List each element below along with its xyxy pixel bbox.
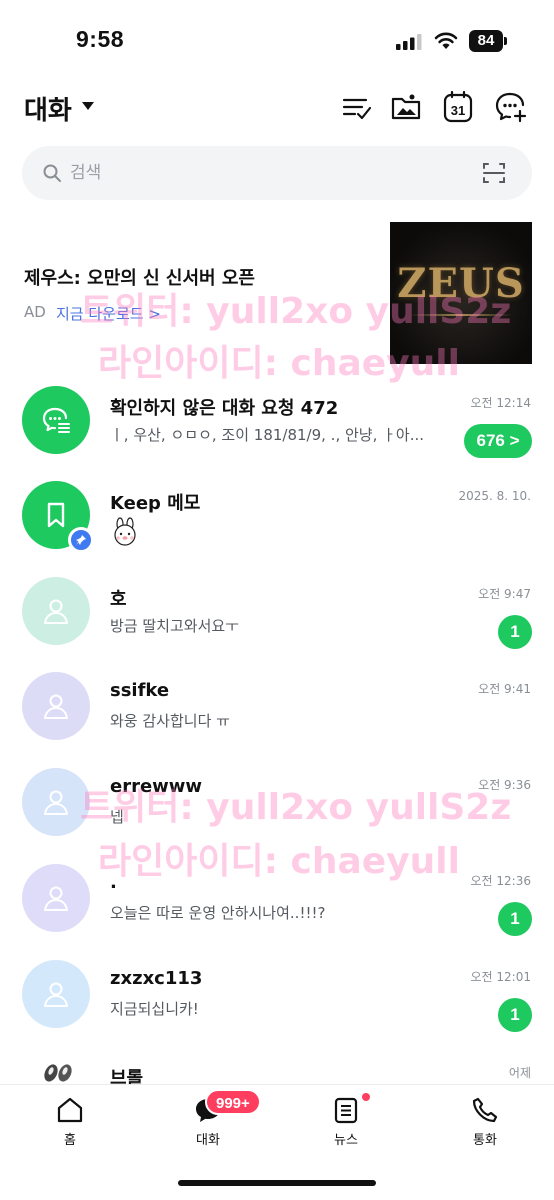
calendar-icon[interactable]: 31	[441, 90, 475, 124]
chat-preview: 오늘은 따로 운영 안하시나여..!!!?	[110, 904, 326, 922]
person-icon	[22, 960, 90, 1028]
unread-count-badge: 1	[498, 998, 532, 1032]
svg-text:31: 31	[451, 103, 465, 118]
unread-count-badge: 1	[498, 615, 532, 649]
person-icon	[22, 864, 90, 932]
chat-time: 어제	[508, 1066, 531, 1080]
chat-time: 오전 12:01	[470, 970, 531, 984]
person-icon	[22, 577, 90, 645]
nav-home[interactable]: 홈	[30, 1095, 110, 1155]
edit-list-icon[interactable]	[340, 90, 374, 124]
chat-request-icon	[22, 386, 90, 454]
status-time: 9:58	[76, 26, 125, 52]
nav-label: 뉴스	[334, 1133, 358, 1148]
chat-name: .	[110, 872, 117, 893]
chat-name: 호	[110, 589, 127, 610]
nav-call[interactable]: 통화	[445, 1095, 525, 1155]
chat-preview: 방금 딸치고와서요ㅜ	[110, 617, 239, 635]
brown-bunny-sticker-icon	[114, 517, 136, 546]
ad-title: 제우스: 오만의 신 신서버 오픈	[24, 268, 255, 289]
chat-row-requests[interactable]: 확인하지 않은 대화 요청 472 ㅣ, 우산, ㅇㅁㅇ, 조이 181/81/…	[0, 386, 554, 482]
chat-time: 오전 9:41	[478, 682, 531, 696]
chat-preview: 와웅 감사합니다 ㅠ	[110, 712, 230, 730]
chat-name: errewww	[110, 776, 203, 797]
chat-row[interactable]: . 오늘은 따로 운영 안하시나여..!!!? 오전 12:36 1	[0, 864, 554, 960]
ad-download-link[interactable]: 지금 다운로드 >	[56, 303, 161, 324]
nav-label: 통화	[473, 1133, 497, 1148]
ad-image[interactable]: ZEUS	[390, 222, 532, 364]
search-input[interactable]	[70, 158, 450, 188]
home-icon	[57, 1097, 83, 1123]
ad-image-logo-text: ZEUS	[397, 260, 525, 307]
home-indicator	[178, 1180, 376, 1186]
person-icon	[22, 672, 90, 740]
chat-name: Keep 메모	[110, 493, 201, 514]
unread-total-badge: 999+	[205, 1089, 261, 1115]
chat-row-keep-memo[interactable]: Keep 메모 2025. 8. 10.	[0, 481, 554, 577]
status-bar: 9:58 84	[0, 0, 554, 80]
chat-name: 확인하지 않은 대화 요청 472	[110, 398, 339, 419]
caret-down-icon[interactable]	[82, 102, 94, 110]
chat-time: 오전 12:36	[470, 874, 531, 888]
nav-news[interactable]: 뉴스	[306, 1095, 386, 1155]
chat-row[interactable]: errewww 넵 오전 9:36	[0, 768, 554, 864]
wifi-icon	[434, 32, 458, 49]
chat-preview: 지금되십니카!	[110, 1000, 199, 1018]
photo-folder-icon[interactable]	[389, 90, 423, 124]
chat-time: 오전 9:47	[478, 587, 531, 601]
chat-preview: ㅣ, 우산, ㅇㅁㅇ, 조이 181/81/9, ., 안냥, ㅏ아...	[110, 426, 425, 444]
person-icon	[22, 768, 90, 836]
page-title[interactable]: 대화	[24, 90, 72, 127]
pin-icon	[68, 527, 94, 553]
battery-icon: 84	[469, 30, 507, 52]
unread-count-badge[interactable]: 676 >	[464, 424, 532, 458]
chat-time: 오전 9:36	[478, 778, 531, 792]
chat-name: zxzxc113	[110, 968, 203, 989]
nav-label: 대화	[196, 1133, 220, 1148]
chat-time: 오전 12:14	[470, 396, 531, 410]
chat-row[interactable]: 호 방금 딸치고와서요ㅜ 오전 9:47 1	[0, 577, 554, 673]
phone-icon	[472, 1097, 498, 1123]
chat-row[interactable]: zxzxc113 지금되십니카! 오전 12:01 1	[0, 960, 554, 1056]
scan-icon[interactable]	[482, 161, 506, 185]
header: 대화 31	[0, 86, 554, 132]
battery-level: 84	[469, 30, 503, 52]
chat-row[interactable]: ssifke 와웅 감사합니다 ㅠ 오전 9:41	[0, 672, 554, 768]
nav-label: 홈	[64, 1133, 76, 1148]
ad-banner[interactable]: 제우스: 오만의 신 신서버 오픈 AD 지금 다운로드 > ZEUS	[0, 220, 554, 366]
chat-time: 2025. 8. 10.	[458, 489, 531, 503]
new-dot-indicator	[362, 1093, 370, 1101]
new-chat-icon[interactable]	[494, 90, 528, 124]
search-icon	[43, 164, 61, 182]
cellular-signal-icon	[396, 34, 422, 50]
search-bar[interactable]	[22, 146, 532, 200]
chat-name: ssifke	[110, 680, 170, 701]
chat-preview: 넵	[110, 808, 124, 826]
news-icon	[334, 1097, 358, 1124]
unread-count-badge: 1	[498, 902, 532, 936]
ad-label: AD	[24, 303, 46, 321]
